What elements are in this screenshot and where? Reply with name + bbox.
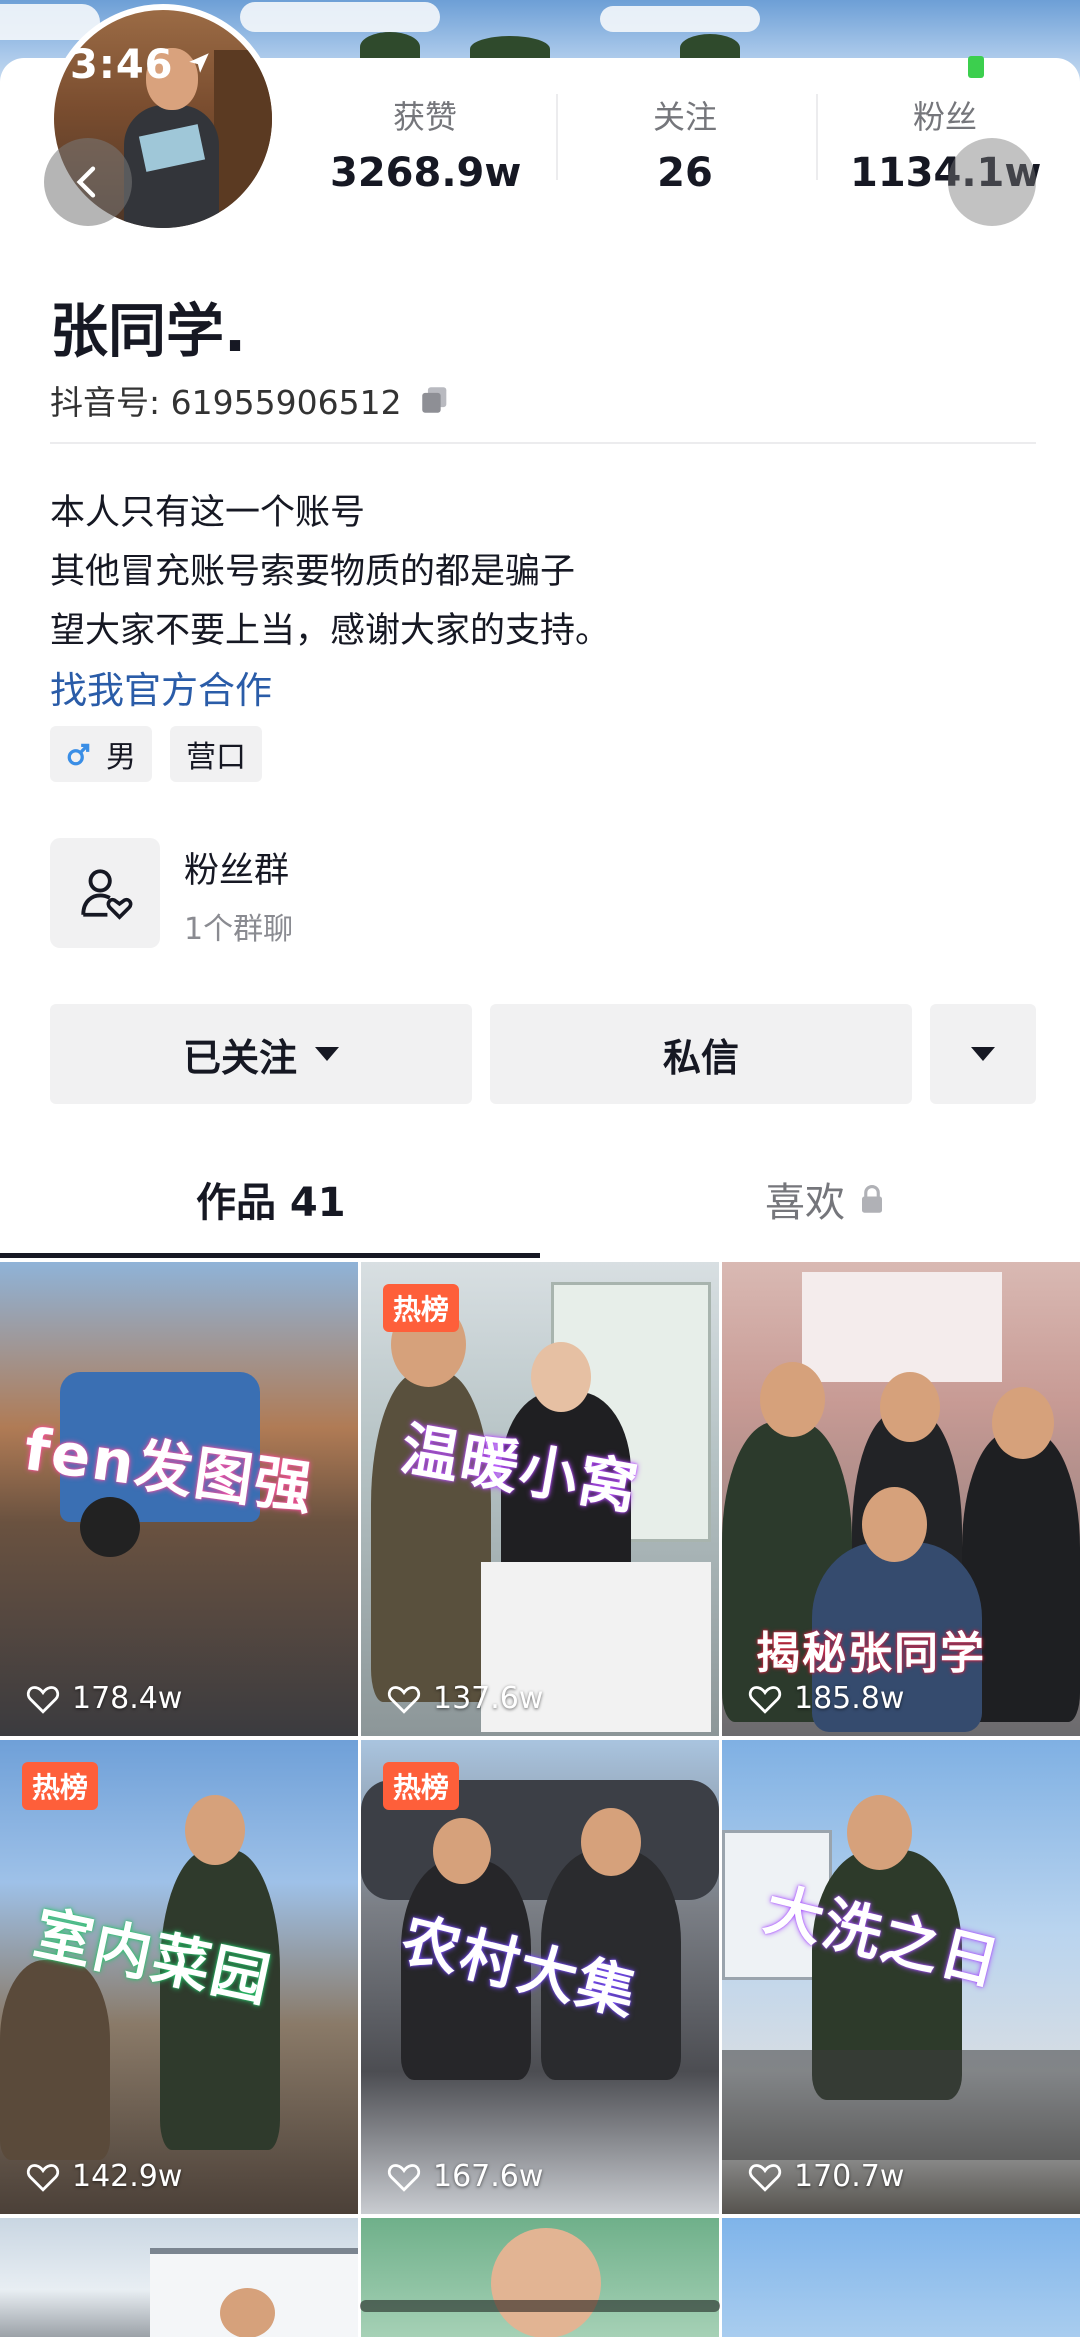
copy-icon[interactable] <box>418 383 452 417</box>
video-likes-count: 185.8w <box>794 1681 905 1716</box>
status-time: 3:46 <box>70 42 174 88</box>
video-card[interactable]: 大洗之日 170.7w <box>722 1740 1080 2214</box>
douyin-id: 抖音号: 61955906512 <box>50 383 402 422</box>
gender-tag: 男 <box>50 726 152 782</box>
bio: 本人只有这一个账号 其他冒充账号索要物质的都是骗子 望大家不要上当，感谢大家的支… <box>50 484 610 661</box>
caret-down-icon <box>971 1047 995 1061</box>
video-likes: 185.8w <box>748 1681 904 1716</box>
video-likes: 167.6w <box>387 2159 543 2194</box>
heart-icon <box>748 2163 782 2192</box>
heart-icon <box>748 1685 782 1714</box>
hot-badge: 热榜 <box>383 1762 460 1810</box>
bio-line: 其他冒充账号索要物质的都是骗子 <box>50 552 576 592</box>
video-card[interactable] <box>361 2218 719 2337</box>
heart-icon <box>26 1685 60 1714</box>
heart-icon <box>26 2163 60 2192</box>
cooperate-link[interactable]: 找我官方合作 <box>50 660 272 714</box>
video-likes-count: 178.4w <box>72 1681 183 1716</box>
video-likes-count: 170.7w <box>794 2159 905 2194</box>
video-caption: 揭秘张同学 <box>756 1628 986 1679</box>
video-likes-count: 142.9w <box>72 2159 183 2194</box>
hot-badge: 热榜 <box>383 1284 460 1332</box>
home-indicator <box>360 2300 720 2312</box>
video-card[interactable]: 热榜 室内菜园 142.9w <box>0 1740 358 2214</box>
video-likes-count: 167.6w <box>433 2159 544 2194</box>
stat-likes-label: 获赞 <box>392 98 457 136</box>
video-card[interactable] <box>0 2218 358 2337</box>
location-arrow-icon <box>189 53 209 73</box>
heart-icon <box>387 2163 421 2192</box>
chevron-left-icon <box>76 166 96 198</box>
video-card[interactable]: 揭秘张同学 185.8w <box>722 1262 1080 1736</box>
battery-icon <box>968 56 984 78</box>
douyin-id-row: 抖音号: 61955906512 <box>50 376 452 424</box>
male-icon <box>67 743 90 766</box>
stat-likes[interactable]: 获赞 3268.9w <box>330 92 522 196</box>
stat-divider <box>816 94 818 180</box>
video-likes: 170.7w <box>748 2159 904 2194</box>
stat-following-label: 关注 <box>652 98 717 136</box>
followed-label: 已关注 <box>182 1035 297 1080</box>
fan-group-icon[interactable] <box>50 838 160 948</box>
video-likes: 137.6w <box>387 1681 543 1716</box>
video-card[interactable]: 热榜 农村大集 167.6w <box>361 1740 719 2214</box>
stat-following[interactable]: 关注 26 <box>595 92 775 196</box>
divider <box>50 442 1036 444</box>
stat-divider <box>556 94 558 180</box>
gender-label: 男 <box>106 740 136 775</box>
back-button[interactable] <box>44 138 132 226</box>
caret-down-icon <box>315 1047 339 1061</box>
message-label: 私信 <box>662 1035 739 1080</box>
tab-indicator <box>0 1253 540 1258</box>
video-card[interactable]: fen发图强 178.4w <box>0 1262 358 1736</box>
tab-works[interactable]: 作品 41 <box>196 1170 346 1228</box>
expand-button[interactable] <box>930 1004 1036 1104</box>
bio-line: 本人只有这一个账号 <box>50 493 366 533</box>
tab-likes-label: 喜欢 <box>765 1180 845 1226</box>
more-button[interactable] <box>948 138 1036 226</box>
fan-group-title[interactable]: 粉丝群 <box>184 842 289 893</box>
lock-icon <box>862 1184 882 1213</box>
message-button[interactable]: 私信 <box>490 1004 912 1104</box>
location-label: 营口 <box>186 740 246 775</box>
video-likes: 178.4w <box>26 1681 182 1716</box>
group-heart-icon <box>81 869 133 920</box>
hot-badge: 热榜 <box>22 1762 99 1810</box>
tab-works-label: 作品 41 <box>196 1180 346 1226</box>
fan-group-subtitle: 1个群聊 <box>184 912 294 947</box>
video-likes-count: 137.6w <box>433 1681 544 1716</box>
bio-line: 望大家不要上当，感谢大家的支持。 <box>50 611 611 651</box>
stat-following-value: 26 <box>657 150 713 196</box>
stat-likes-value: 3268.9w <box>330 150 522 196</box>
profile-name: 张同学. <box>50 297 247 365</box>
location-tag: 营口 <box>170 726 262 782</box>
video-card[interactable]: 热榜 温暖小窝 137.6w <box>361 1262 719 1736</box>
video-card[interactable] <box>722 2218 1080 2337</box>
followed-button[interactable]: 已关注 <box>50 1004 472 1104</box>
stat-followers-label: 粉丝 <box>912 98 977 136</box>
heart-icon <box>387 1685 421 1714</box>
tab-likes[interactable]: 喜欢 <box>765 1170 885 1228</box>
video-likes: 142.9w <box>26 2159 182 2194</box>
